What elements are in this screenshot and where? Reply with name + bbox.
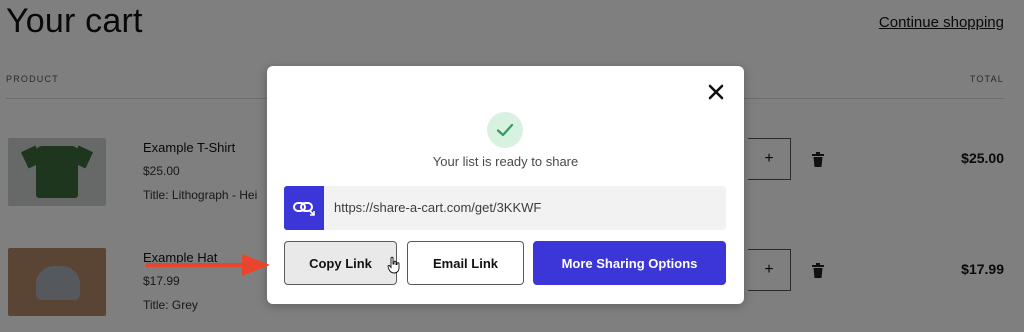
check-icon xyxy=(487,112,523,148)
share-url-field[interactable]: https://share-a-cart.com/get/3KKWF xyxy=(284,186,726,230)
share-status-message: Your list is ready to share xyxy=(432,154,579,169)
more-sharing-options-button[interactable]: More Sharing Options xyxy=(533,241,726,285)
annotation-arrow xyxy=(146,254,270,276)
email-link-button[interactable]: Email Link xyxy=(407,241,524,285)
link-icon xyxy=(284,186,324,230)
share-url-text[interactable]: https://share-a-cart.com/get/3KKWF xyxy=(334,186,541,230)
pointer-cursor-icon xyxy=(387,256,401,274)
copy-link-button[interactable]: Copy Link xyxy=(284,241,397,285)
share-modal: Your list is ready to share https://shar… xyxy=(267,66,744,304)
close-icon[interactable] xyxy=(706,82,726,102)
